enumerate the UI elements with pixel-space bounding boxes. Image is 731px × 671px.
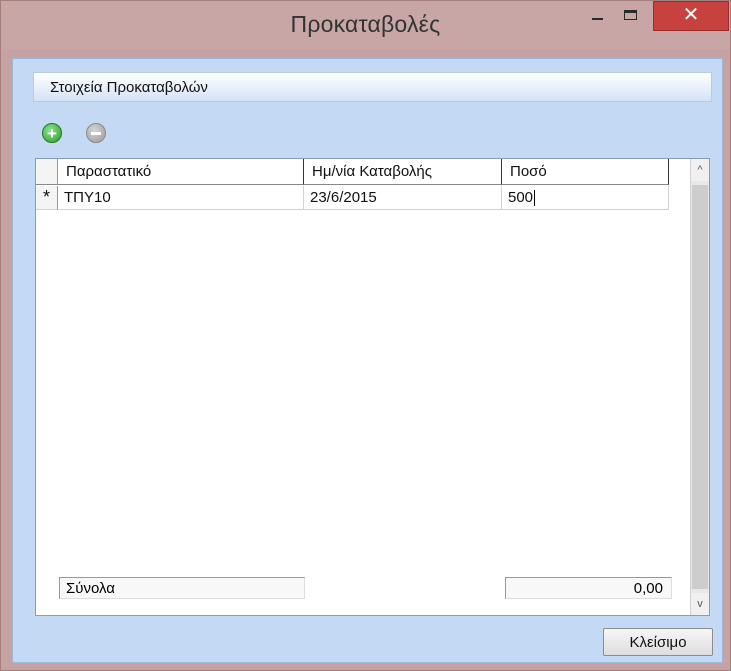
minus-glyph <box>91 131 101 135</box>
table-row[interactable]: * ΤΠΥ10 23/6/2015 500 <box>36 186 669 210</box>
minus-circle-icon[interactable] <box>86 123 106 143</box>
minimize-icon <box>591 18 603 20</box>
totals-label: Σύνολα <box>59 577 305 599</box>
cell-amount-editor[interactable]: 500 <box>502 186 669 210</box>
maximize-icon <box>623 10 637 20</box>
row-marker[interactable]: * <box>36 186 58 210</box>
close-button[interactable]: Κλείσιμο <box>603 628 713 656</box>
totals-amount: 0,00 <box>505 577 672 599</box>
scroll-down-icon[interactable]: v <box>691 593 709 615</box>
close-window-button[interactable]: ✕ <box>653 1 729 31</box>
advances-grid: Παραστατικό Ημ/νία Καταβολής Ποσό * ΤΠΥ1… <box>35 158 710 616</box>
column-header-document[interactable]: Παραστατικό <box>58 159 304 185</box>
title-bar[interactable]: Προκαταβολές ✕ <box>1 1 730 49</box>
cell-amount-value: 500 <box>508 189 534 206</box>
maximize-button[interactable] <box>608 1 652 31</box>
column-header-date[interactable]: Ημ/νία Καταβολής <box>304 159 502 185</box>
totals-row: Σύνολα 0,00 <box>36 577 690 601</box>
text-caret <box>534 189 536 206</box>
scrollbar-thumb[interactable] <box>692 185 708 589</box>
dialog-client-area: Στοιχεία Προκαταβολών + Παραστατικό Ημ/ν… <box>12 58 723 663</box>
grid-header: Παραστατικό Ημ/νία Καταβολής Ποσό <box>36 159 669 185</box>
cell-date[interactable]: 23/6/2015 <box>304 186 502 210</box>
cell-document[interactable]: ΤΠΥ10 <box>58 186 304 210</box>
plus-circle-icon[interactable]: + <box>42 123 62 143</box>
row-selector-header[interactable] <box>36 159 58 185</box>
close-icon: ✕ <box>682 4 700 26</box>
plus-glyph: + <box>47 123 57 143</box>
vertical-scrollbar[interactable]: ^ v <box>690 159 709 615</box>
advances-dialog: Προκαταβολές ✕ Στοιχεία Προκαταβολών + Π… <box>0 0 731 671</box>
scroll-up-icon[interactable]: ^ <box>691 159 709 181</box>
group-header: Στοιχεία Προκαταβολών <box>33 72 712 102</box>
column-header-amount[interactable]: Ποσό <box>502 159 669 185</box>
